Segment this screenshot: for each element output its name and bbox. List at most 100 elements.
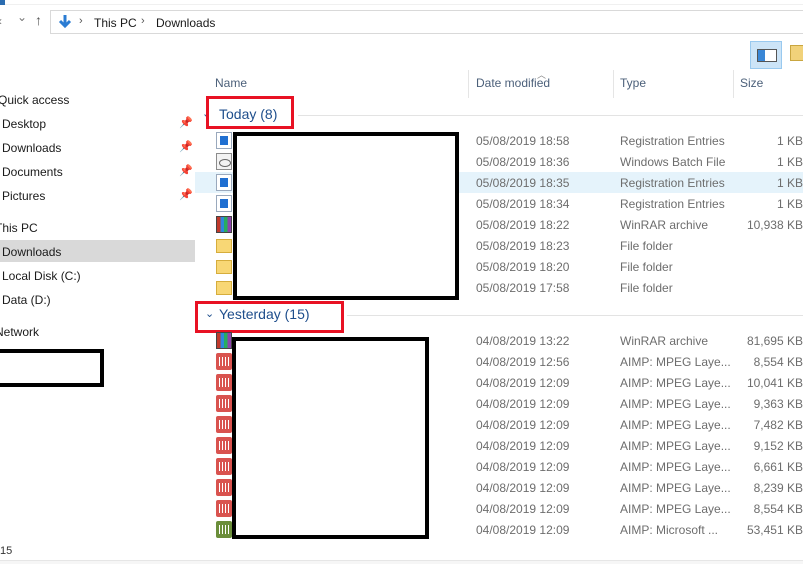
sidebar-item-label: Pictures xyxy=(2,189,46,203)
preview-pane-button[interactable] xyxy=(790,45,803,61)
sidebar-item-quick-access[interactable]: Quick access xyxy=(0,88,195,110)
file-size: 10,938 KB xyxy=(746,218,803,232)
file-type: AIMP: MPEG Laye... xyxy=(620,481,731,495)
breadcrumb-separator: › xyxy=(79,15,83,27)
sidebar-item-label: Data (D:) xyxy=(2,293,51,307)
file-date-modified: 04/08/2019 12:09 xyxy=(476,439,570,453)
pin-icon: 📌 xyxy=(179,117,193,129)
file-date-modified: 04/08/2019 12:09 xyxy=(476,481,570,495)
back-button[interactable]: ‹ xyxy=(0,14,2,28)
sidebar-item-label: Downloads xyxy=(2,245,62,259)
file-type: AIMP: MPEG Laye... xyxy=(620,397,731,411)
sidebar-item-desktop[interactable]: Desktop 📌 xyxy=(0,112,195,134)
highlight-box-yesterday xyxy=(195,301,344,333)
file-type: Registration Entries xyxy=(620,197,725,211)
file-size: 10,041 KB xyxy=(746,376,803,390)
file-size: 53,451 KB xyxy=(746,523,803,537)
aimp-audio-icon xyxy=(216,500,232,517)
pin-icon: 📌 xyxy=(179,165,193,177)
sidebar-item-pictures[interactable]: Pictures 📌 xyxy=(0,184,195,206)
up-button[interactable]: ↑ xyxy=(35,12,42,28)
file-list: ︿ Name Date modified Type Size ⌄ Today (… xyxy=(195,68,803,548)
file-date-modified: 04/08/2019 12:09 xyxy=(476,418,570,432)
column-header-type[interactable]: Type xyxy=(620,76,646,90)
sidebar-item-label: Local Disk (C:) xyxy=(2,269,81,283)
aimp-audio-icon xyxy=(216,458,232,475)
file-type: Registration Entries xyxy=(620,134,725,148)
file-type: AIMP: MPEG Laye... xyxy=(620,439,731,453)
reg-file-icon xyxy=(216,195,232,212)
sidebar-item-local-disk-c[interactable]: Local Disk (C:) xyxy=(0,264,195,286)
file-size: 6,661 KB xyxy=(753,460,803,474)
batch-file-icon xyxy=(216,153,232,170)
file-size: 1 KB xyxy=(776,197,803,211)
file-size: 8,554 KB xyxy=(753,502,803,516)
column-header-date-modified[interactable]: Date modified xyxy=(476,76,550,90)
file-type: AIMP: MPEG Laye... xyxy=(620,460,731,474)
details-view-button[interactable] xyxy=(750,41,782,69)
file-size: 1 KB xyxy=(776,176,803,190)
highlight-box-today xyxy=(206,96,294,129)
sidebar-item-downloads[interactable]: Downloads 📌 xyxy=(0,136,195,158)
winrar-icon xyxy=(216,332,232,349)
window-accent xyxy=(0,0,5,5)
file-type: WinRAR archive xyxy=(620,218,709,232)
aimp-audio-icon-green xyxy=(216,521,232,538)
sidebar-item-label: Downloads xyxy=(2,141,62,155)
file-date-modified: 05/08/2019 18:23 xyxy=(476,239,570,253)
aimp-audio-icon xyxy=(216,353,232,370)
pin-icon: 📌 xyxy=(179,189,193,201)
redaction-box xyxy=(233,132,459,300)
folder-icon xyxy=(216,260,232,274)
sidebar-item-label: Quick access xyxy=(0,93,70,107)
sidebar-item-data-d[interactable]: Data (D:) xyxy=(0,288,195,310)
file-type: Windows Batch File xyxy=(620,155,726,169)
details-pane-icon xyxy=(757,49,777,62)
file-type: File folder xyxy=(620,260,673,274)
status-bar xyxy=(0,560,803,564)
address-bar[interactable]: › This PC › Downloads xyxy=(50,10,803,34)
group-divider xyxy=(347,315,803,316)
column-header-size[interactable]: Size xyxy=(740,76,763,90)
status-bar-item-count: 15 xyxy=(0,545,13,557)
folder-icon xyxy=(216,281,232,295)
file-size: 8,554 KB xyxy=(753,355,803,369)
file-size: 7,482 KB xyxy=(753,418,803,432)
file-type: AIMP: MPEG Laye... xyxy=(620,418,731,432)
address-row: ‹ ⌄ ↑ › This PC › Downloads xyxy=(0,8,803,38)
file-size: 1 KB xyxy=(776,155,803,169)
file-type: AIMP: MPEG Laye... xyxy=(620,355,731,369)
file-type: AIMP: MPEG Laye... xyxy=(620,502,731,516)
download-icon xyxy=(58,15,72,29)
sidebar-item-network[interactable]: Network xyxy=(0,320,195,342)
file-date-modified: 05/08/2019 18:34 xyxy=(476,197,570,211)
file-type: File folder xyxy=(620,239,673,253)
file-date-modified: 04/08/2019 13:22 xyxy=(476,334,570,348)
breadcrumb-downloads[interactable]: Downloads xyxy=(156,16,215,30)
recent-locations-dropdown[interactable]: ⌄ xyxy=(17,10,27,24)
file-size: 9,363 KB xyxy=(753,397,803,411)
file-date-modified: 04/08/2019 12:09 xyxy=(476,397,570,411)
file-type: WinRAR archive xyxy=(620,334,709,348)
sidebar-item-downloads-selected[interactable]: Downloads xyxy=(0,240,195,262)
navigation-pane: Quick access Desktop 📌 Downloads 📌 Docum… xyxy=(0,72,195,542)
redaction-box xyxy=(232,337,429,539)
file-size: 81,695 KB xyxy=(746,334,803,348)
aimp-audio-icon xyxy=(216,479,232,496)
column-header-name[interactable]: Name xyxy=(215,76,247,90)
group-divider xyxy=(298,115,803,116)
file-date-modified: 04/08/2019 12:09 xyxy=(476,376,570,390)
file-date-modified: 05/08/2019 18:35 xyxy=(476,176,570,190)
breadcrumb-this-pc[interactable]: This PC xyxy=(94,16,137,30)
title-bar-strip xyxy=(0,0,803,5)
file-date-modified: 04/08/2019 12:09 xyxy=(476,460,570,474)
view-toolbar xyxy=(0,38,803,69)
file-type: File folder xyxy=(620,281,673,295)
winrar-icon xyxy=(216,216,232,233)
sidebar-item-this-pc[interactable]: This PC xyxy=(0,216,195,238)
file-type: Registration Entries xyxy=(620,176,725,190)
sidebar-item-label: Desktop xyxy=(2,117,47,131)
file-date-modified: 05/08/2019 17:58 xyxy=(476,281,570,295)
sidebar-item-documents[interactable]: Documents 📌 xyxy=(0,160,195,182)
column-divider xyxy=(468,70,469,98)
